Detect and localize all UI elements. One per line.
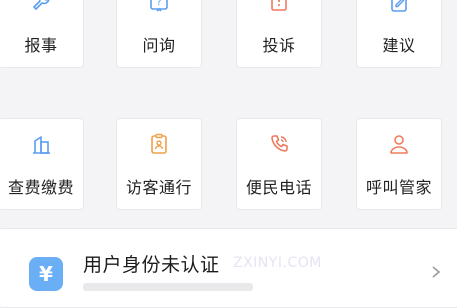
service-tile-report[interactable]: 报事 — [0, 0, 84, 68]
identity-verification-card[interactable]: ¥ 用户身份未认证 ZXINYI.COM — [0, 228, 457, 308]
phone-icon — [271, 135, 288, 152]
service-tile-fees[interactable]: 查费缴费 — [0, 118, 84, 210]
watermark: ZXINYI.COM — [233, 255, 322, 271]
yuan-wallet-icon: ¥ — [29, 257, 63, 291]
service-tile-inquiry[interactable]: ? 问询 — [116, 0, 202, 68]
service-label: 便民电话 — [245, 178, 312, 197]
service-tile-visitor[interactable]: 访客通行 — [116, 118, 202, 210]
service-tile-butler[interactable]: 呼叫管家 — [356, 118, 442, 210]
wrench-icon — [33, 0, 50, 10]
question-icon: ? — [150, 0, 168, 12]
service-grid: 报事 ? 问询 投诉 建议 查费缴费 访客通行 便民电话 呼叫管家 — [0, 0, 457, 215]
service-tile-complaint[interactable]: 投诉 — [236, 0, 322, 68]
service-tile-suggestion[interactable]: 建议 — [356, 0, 442, 68]
butler-person-icon — [390, 135, 408, 154]
service-label: 查费缴费 — [7, 178, 74, 197]
complaint-book-icon — [271, 0, 287, 11]
service-label: 报事 — [24, 36, 58, 55]
service-label: 投诉 — [262, 36, 296, 55]
identity-status-title: 用户身份未认证 — [83, 254, 220, 276]
identity-status-subtitle — [83, 283, 253, 291]
service-label: 问询 — [142, 36, 176, 55]
service-label: 呼叫管家 — [365, 178, 432, 197]
service-tile-phone[interactable]: 便民电话 — [236, 118, 322, 210]
service-label: 建议 — [382, 36, 416, 55]
chevron-right-icon[interactable] — [429, 265, 443, 279]
pencil-note-icon — [391, 0, 407, 12]
visitor-pass-icon — [151, 133, 167, 154]
service-label: 访客通行 — [125, 178, 192, 197]
building-fee-icon — [33, 136, 50, 154]
svg-text:?: ? — [156, 0, 161, 8]
